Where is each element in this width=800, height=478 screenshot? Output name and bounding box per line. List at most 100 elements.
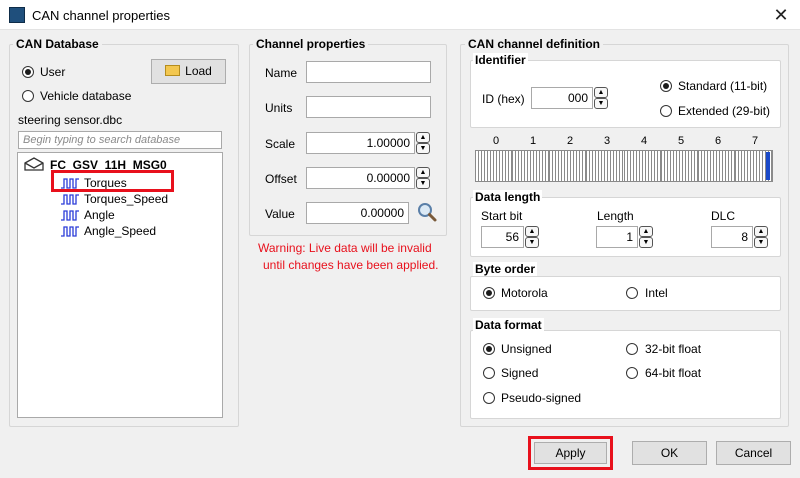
- start-bit-spinner[interactable]: ▲ ▼: [525, 226, 539, 248]
- value-label: Value: [265, 207, 295, 221]
- spin-up-icon[interactable]: ▲: [594, 87, 608, 98]
- spin-down-icon[interactable]: ▼: [416, 178, 430, 189]
- motorola-label: Motorola: [501, 286, 548, 300]
- warning-line-1: Warning: Live data will be invalid: [258, 241, 432, 255]
- float64-label: 64-bit float: [645, 366, 702, 380]
- signed-radio[interactable]: [483, 367, 495, 379]
- spin-down-icon[interactable]: ▼: [594, 98, 608, 109]
- channel-properties-title: Channel properties: [253, 37, 369, 51]
- length-input[interactable]: 1: [596, 226, 638, 248]
- vehicle-database-label: Vehicle database: [40, 89, 132, 103]
- user-label: User: [40, 65, 66, 79]
- motorola-radio[interactable]: [483, 287, 495, 299]
- pseudo-signed-label: Pseudo-signed: [501, 391, 582, 405]
- scale-spinner[interactable]: ▲ ▼: [416, 132, 430, 154]
- bit-number: 2: [566, 135, 574, 147]
- bit-number: 6: [714, 135, 722, 147]
- spin-up-icon[interactable]: ▲: [639, 226, 653, 237]
- spin-up-icon[interactable]: ▲: [754, 226, 768, 237]
- signal-icon: [60, 225, 80, 240]
- bit-number: 5: [677, 135, 685, 147]
- byte-order-title: Byte order: [473, 262, 538, 276]
- load-button[interactable]: Load: [151, 59, 226, 84]
- spin-up-icon[interactable]: ▲: [416, 132, 430, 143]
- tree-signal-angle-speed[interactable]: Angle_Speed: [84, 224, 156, 238]
- user-radio[interactable]: [22, 66, 34, 78]
- bit-layout-display[interactable]: [475, 150, 773, 182]
- id-hex-spinner[interactable]: ▲ ▼: [594, 87, 608, 109]
- app-icon: [9, 7, 25, 23]
- offset-label: Offset: [265, 172, 297, 186]
- start-bit-label: Start bit: [481, 209, 523, 223]
- highlight-torques: [51, 170, 174, 192]
- dlc-label: DLC: [711, 209, 736, 223]
- byte-cell[interactable]: [624, 151, 662, 181]
- title-bar: CAN channel properties ✕: [0, 0, 800, 30]
- byte-cell[interactable]: [661, 151, 699, 181]
- bit-number: 4: [640, 135, 648, 147]
- standard-11bit-label: Standard (11-bit): [678, 79, 768, 93]
- selected-bit-marker: [766, 152, 770, 180]
- data-length-title: Data length: [473, 190, 543, 204]
- signed-label: Signed: [501, 366, 539, 380]
- tree-signal-torques-speed[interactable]: Torques_Speed: [84, 192, 168, 206]
- scale-input[interactable]: 1.00000: [306, 132, 415, 154]
- folder-icon: [165, 65, 181, 76]
- spin-down-icon[interactable]: ▼: [639, 237, 653, 248]
- pseudo-signed-radio[interactable]: [483, 392, 495, 404]
- id-hex-label: ID (hex): [482, 92, 525, 106]
- bit-number: 1: [529, 135, 537, 147]
- intel-radio[interactable]: [626, 287, 638, 299]
- float32-radio[interactable]: [626, 343, 638, 355]
- id-hex-input[interactable]: 000: [531, 87, 593, 109]
- cancel-button[interactable]: Cancel: [716, 441, 791, 465]
- db-file-name: steering sensor.dbc: [18, 113, 123, 127]
- dlc-spinner[interactable]: ▲ ▼: [754, 226, 768, 248]
- units-label: Units: [265, 101, 293, 115]
- bit-number: 3: [603, 135, 611, 147]
- length-label: Length: [597, 209, 634, 223]
- vehicle-database-radio[interactable]: [22, 90, 34, 102]
- float32-label: 32-bit float: [645, 342, 702, 356]
- offset-input[interactable]: 0.00000: [306, 167, 415, 189]
- byte-cell[interactable]: [550, 151, 588, 181]
- spin-down-icon[interactable]: ▼: [754, 237, 768, 248]
- standard-11bit-radio[interactable]: [660, 80, 672, 92]
- message-icon: [24, 157, 44, 174]
- length-spinner[interactable]: ▲ ▼: [639, 226, 653, 248]
- intel-label: Intel: [645, 286, 668, 300]
- close-icon[interactable]: ✕: [770, 4, 792, 26]
- name-label: Name: [265, 66, 298, 80]
- warning-line-2: until changes have been applied.: [263, 258, 439, 272]
- start-bit-input[interactable]: 56: [481, 226, 524, 248]
- unsigned-label: Unsigned: [501, 342, 552, 356]
- data-format-title: Data format: [473, 318, 544, 332]
- spin-up-icon[interactable]: ▲: [416, 167, 430, 178]
- signal-icon: [60, 209, 80, 224]
- signal-icon: [60, 193, 80, 208]
- can-definition-title: CAN channel definition: [465, 37, 603, 51]
- search-database-input[interactable]: Begin typing to search database: [18, 131, 222, 149]
- spin-down-icon[interactable]: ▼: [416, 143, 430, 154]
- spin-down-icon[interactable]: ▼: [525, 237, 539, 248]
- bit-number: 7: [751, 135, 759, 147]
- tree-signal-angle[interactable]: Angle: [84, 208, 115, 222]
- dlc-input[interactable]: 8: [711, 226, 753, 248]
- float64-radio[interactable]: [626, 367, 638, 379]
- byte-cell[interactable]: [698, 151, 736, 181]
- extended-29bit-radio[interactable]: [660, 105, 672, 117]
- bit-number: 0: [492, 135, 500, 147]
- magnifier-icon[interactable]: [416, 201, 438, 226]
- ok-button[interactable]: OK: [632, 441, 707, 465]
- offset-spinner[interactable]: ▲ ▼: [416, 167, 430, 189]
- identifier-title: Identifier: [473, 53, 528, 67]
- byte-cell[interactable]: [476, 151, 514, 181]
- byte-cell[interactable]: [587, 151, 625, 181]
- highlight-apply: [528, 436, 613, 470]
- can-database-title: CAN Database: [13, 37, 102, 51]
- spin-up-icon[interactable]: ▲: [525, 226, 539, 237]
- unsigned-radio[interactable]: [483, 343, 495, 355]
- name-input[interactable]: [306, 61, 431, 83]
- units-input[interactable]: [306, 96, 431, 118]
- byte-cell[interactable]: [513, 151, 551, 181]
